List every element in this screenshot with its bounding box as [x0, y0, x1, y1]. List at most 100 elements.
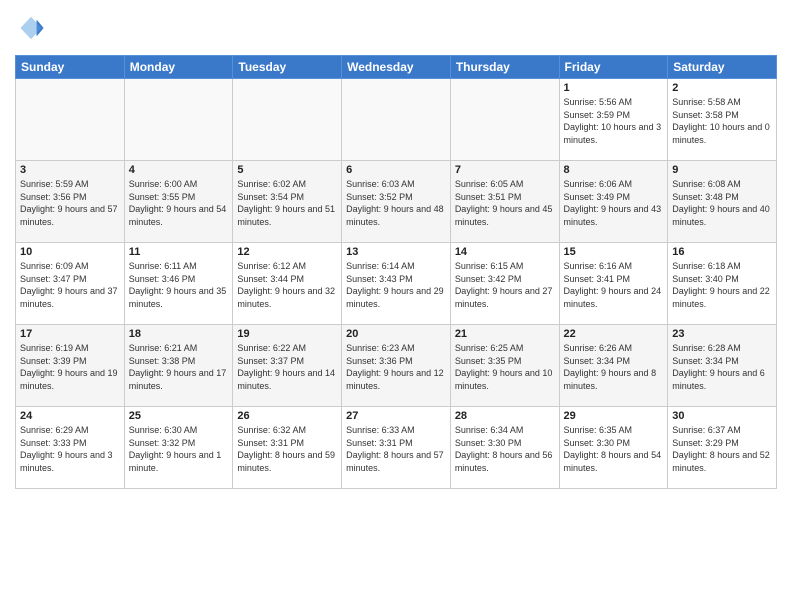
calendar-day-header: Tuesday — [233, 56, 342, 79]
day-number: 19 — [237, 328, 337, 340]
calendar-cell: 5Sunrise: 6:02 AM Sunset: 3:54 PM Daylig… — [233, 161, 342, 243]
day-info: Sunrise: 5:59 AM Sunset: 3:56 PM Dayligh… — [20, 178, 120, 228]
day-info: Sunrise: 6:35 AM Sunset: 3:30 PM Dayligh… — [564, 424, 664, 474]
calendar-cell: 19 Sunrise: 6:22 AM Sunset: 3:37 PM Dayli… — [233, 325, 342, 407]
day-info: Sunrise: 6:19 AM Sunset: 3:39 PM Dayligh… — [20, 342, 120, 392]
day-info: Sunrise: 6:15 AM Sunset: 3:42 PM Dayligh… — [455, 260, 555, 310]
calendar-cell: 30Sunrise: 6:37 AM Sunset: 3:29 PM Dayli… — [668, 407, 777, 489]
calendar-table: SundayMondayTuesdayWednesdayThursdayFrid… — [15, 55, 777, 489]
day-number: 18 — [129, 328, 229, 340]
calendar-cell — [450, 79, 559, 161]
calendar-cell: 2 Sunrise: 5:58 AM Sunset: 3:58 PM Daylig… — [668, 79, 777, 161]
day-number: 4 — [129, 164, 229, 176]
day-number: 12 — [237, 246, 337, 258]
day-number: 10 — [20, 246, 120, 258]
calendar-cell — [233, 79, 342, 161]
logo — [15, 14, 45, 47]
page: SundayMondayTuesdayWednesdayThursdayFrid… — [0, 0, 792, 612]
day-number: 5 — [237, 164, 337, 176]
calendar-day-header: Saturday — [668, 56, 777, 79]
calendar-cell: 16Sunrise: 6:18 AM Sunset: 3:40 PM Dayli… — [668, 243, 777, 325]
logo-icon — [17, 14, 45, 42]
day-info: Sunrise: 6:26 AM Sunset: 3:34 PM Dayligh… — [564, 342, 664, 392]
day-info: Sunrise: 6:16 AM Sunset: 3:41 PM Dayligh… — [564, 260, 664, 310]
calendar-cell: 17 Sunrise: 6:19 AM Sunset: 3:39 PM Dayli… — [16, 325, 125, 407]
day-number: 20 — [346, 328, 446, 340]
calendar-day-header: Thursday — [450, 56, 559, 79]
day-number: 21 — [455, 328, 555, 340]
calendar-week-row: 24 Sunrise: 6:29 AM Sunset: 3:33 PM Dayli… — [16, 407, 777, 489]
calendar-cell: 27Sunrise: 6:33 AM Sunset: 3:31 PM Dayli… — [342, 407, 451, 489]
calendar-day-header: Friday — [559, 56, 668, 79]
day-number: 3 — [20, 164, 120, 176]
calendar-cell: 13Sunrise: 6:14 AM Sunset: 3:43 PM Dayli… — [342, 243, 451, 325]
calendar-cell: 8 Sunrise: 6:06 AM Sunset: 3:49 PM Daylig… — [559, 161, 668, 243]
day-number: 23 — [672, 328, 772, 340]
day-info: Sunrise: 6:05 AM Sunset: 3:51 PM Dayligh… — [455, 178, 555, 228]
calendar-cell: 4 Sunrise: 6:00 AM Sunset: 3:55 PM Daylig… — [124, 161, 233, 243]
calendar-cell: 29 Sunrise: 6:35 AM Sunset: 3:30 PM Dayli… — [559, 407, 668, 489]
day-info: Sunrise: 6:22 AM Sunset: 3:37 PM Dayligh… — [237, 342, 337, 392]
day-info: Sunrise: 6:03 AM Sunset: 3:52 PM Dayligh… — [346, 178, 446, 228]
calendar-cell: 6 Sunrise: 6:03 AM Sunset: 3:52 PM Daylig… — [342, 161, 451, 243]
day-number: 9 — [672, 164, 772, 176]
day-info: Sunrise: 6:30 AM Sunset: 3:32 PM Dayligh… — [129, 424, 229, 474]
day-info: Sunrise: 6:32 AM Sunset: 3:31 PM Dayligh… — [237, 424, 337, 474]
calendar-cell: 25 Sunrise: 6:30 AM Sunset: 3:32 PM Dayli… — [124, 407, 233, 489]
calendar-cell — [16, 79, 125, 161]
calendar-cell: 21 Sunrise: 6:25 AM Sunset: 3:35 PM Dayli… — [450, 325, 559, 407]
calendar-day-header: Sunday — [16, 56, 125, 79]
day-info: Sunrise: 6:21 AM Sunset: 3:38 PM Dayligh… — [129, 342, 229, 392]
day-number: 26 — [237, 410, 337, 422]
day-number: 17 — [20, 328, 120, 340]
day-number: 29 — [564, 410, 664, 422]
day-info: Sunrise: 6:08 AM Sunset: 3:48 PM Dayligh… — [672, 178, 772, 228]
day-number: 16 — [672, 246, 772, 258]
calendar-day-header: Wednesday — [342, 56, 451, 79]
calendar-week-row: 17 Sunrise: 6:19 AM Sunset: 3:39 PM Dayli… — [16, 325, 777, 407]
calendar-cell: 26 Sunrise: 6:32 AM Sunset: 3:31 PM Dayli… — [233, 407, 342, 489]
day-info: Sunrise: 6:23 AM Sunset: 3:36 PM Dayligh… — [346, 342, 446, 392]
day-number: 14 — [455, 246, 555, 258]
day-number: 8 — [564, 164, 664, 176]
calendar-cell — [342, 79, 451, 161]
day-number: 7 — [455, 164, 555, 176]
calendar-cell: 22 Sunrise: 6:26 AM Sunset: 3:34 PM Dayli… — [559, 325, 668, 407]
calendar-cell: 15 Sunrise: 6:16 AM Sunset: 3:41 PM Dayli… — [559, 243, 668, 325]
day-number: 22 — [564, 328, 664, 340]
day-info: Sunrise: 6:12 AM Sunset: 3:44 PM Dayligh… — [237, 260, 337, 310]
day-info: Sunrise: 5:56 AM Sunset: 3:59 PM Dayligh… — [564, 96, 664, 146]
day-number: 27 — [346, 410, 446, 422]
day-info: Sunrise: 6:00 AM Sunset: 3:55 PM Dayligh… — [129, 178, 229, 228]
calendar-cell: 1Sunrise: 5:56 AM Sunset: 3:59 PM Daylig… — [559, 79, 668, 161]
day-number: 28 — [455, 410, 555, 422]
day-info: Sunrise: 6:14 AM Sunset: 3:43 PM Dayligh… — [346, 260, 446, 310]
day-number: 2 — [672, 82, 772, 94]
day-info: Sunrise: 6:34 AM Sunset: 3:30 PM Dayligh… — [455, 424, 555, 474]
calendar-cell: 28 Sunrise: 6:34 AM Sunset: 3:30 PM Dayli… — [450, 407, 559, 489]
header — [15, 10, 777, 47]
calendar-cell: 23 Sunrise: 6:28 AM Sunset: 3:34 PM Dayli… — [668, 325, 777, 407]
calendar-cell: 12 Sunrise: 6:12 AM Sunset: 3:44 PM Dayli… — [233, 243, 342, 325]
day-number: 11 — [129, 246, 229, 258]
day-info: Sunrise: 6:25 AM Sunset: 3:35 PM Dayligh… — [455, 342, 555, 392]
day-number: 25 — [129, 410, 229, 422]
calendar-cell: 3 Sunrise: 5:59 AM Sunset: 3:56 PM Daylig… — [16, 161, 125, 243]
day-info: Sunrise: 6:11 AM Sunset: 3:46 PM Dayligh… — [129, 260, 229, 310]
calendar-cell: 11 Sunrise: 6:11 AM Sunset: 3:46 PM Dayli… — [124, 243, 233, 325]
calendar-cell: 18 Sunrise: 6:21 AM Sunset: 3:38 PM Dayli… — [124, 325, 233, 407]
day-number: 15 — [564, 246, 664, 258]
day-info: Sunrise: 5:58 AM Sunset: 3:58 PM Dayligh… — [672, 96, 772, 146]
day-number: 24 — [20, 410, 120, 422]
day-number: 6 — [346, 164, 446, 176]
day-info: Sunrise: 6:28 AM Sunset: 3:34 PM Dayligh… — [672, 342, 772, 392]
day-info: Sunrise: 6:29 AM Sunset: 3:33 PM Dayligh… — [20, 424, 120, 474]
day-info: Sunrise: 6:06 AM Sunset: 3:49 PM Dayligh… — [564, 178, 664, 228]
day-info: Sunrise: 6:37 AM Sunset: 3:29 PM Dayligh… — [672, 424, 772, 474]
calendar-week-row: 1Sunrise: 5:56 AM Sunset: 3:59 PM Daylig… — [16, 79, 777, 161]
calendar-cell: 14 Sunrise: 6:15 AM Sunset: 3:42 PM Dayli… — [450, 243, 559, 325]
calendar-week-row: 10 Sunrise: 6:09 AM Sunset: 3:47 PM Dayli… — [16, 243, 777, 325]
calendar-cell: 10 Sunrise: 6:09 AM Sunset: 3:47 PM Dayli… — [16, 243, 125, 325]
calendar-cell — [124, 79, 233, 161]
day-info: Sunrise: 6:09 AM Sunset: 3:47 PM Dayligh… — [20, 260, 120, 310]
